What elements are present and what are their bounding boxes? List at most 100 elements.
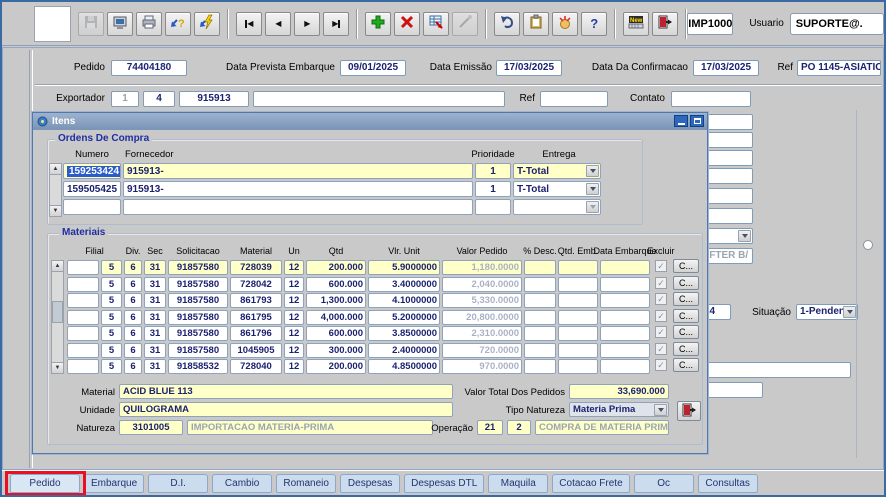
div-cell[interactable]: 6 xyxy=(124,359,142,374)
close-itens-button[interactable] xyxy=(677,401,701,421)
desc-cell[interactable] xyxy=(524,310,556,325)
print-button[interactable] xyxy=(136,12,162,36)
desc-cell[interactable] xyxy=(524,277,556,292)
div-cell[interactable]: 6 xyxy=(124,310,142,325)
record-cell[interactable] xyxy=(67,260,99,275)
material-cell[interactable]: 861796 xyxy=(230,326,282,341)
data-embarque-cell[interactable] xyxy=(600,310,650,325)
sec-cell[interactable]: 31 xyxy=(144,343,166,358)
excluir-checkbox[interactable]: ✓ xyxy=(655,260,667,272)
chevron-down-icon[interactable] xyxy=(843,306,856,318)
exportador-codigo-field[interactable]: 915913 xyxy=(179,91,249,107)
desc-cell[interactable] xyxy=(524,343,556,358)
div-cell[interactable]: 6 xyxy=(124,293,142,308)
exportador-ref-field[interactable] xyxy=(540,91,608,107)
un-cell[interactable]: 12 xyxy=(284,326,304,341)
keys-button[interactable] xyxy=(552,12,578,36)
record-cell[interactable] xyxy=(67,277,99,292)
record-cell[interactable] xyxy=(67,359,99,374)
c-button[interactable]: C... xyxy=(673,276,699,290)
last-record-button[interactable]: ▶ xyxy=(323,12,349,36)
record-cell[interactable] xyxy=(67,293,99,308)
qtd-emb-cell[interactable] xyxy=(558,359,598,374)
sec-cell[interactable]: 31 xyxy=(144,359,166,374)
vlr-unit-cell[interactable]: 5.2000000 xyxy=(368,310,440,325)
solicitacao-cell[interactable]: 91857580 xyxy=(168,343,228,358)
excluir-checkbox[interactable]: ✓ xyxy=(655,359,667,371)
un-cell[interactable]: 12 xyxy=(284,343,304,358)
qtd-emb-cell[interactable] xyxy=(558,343,598,358)
c-button[interactable]: C... xyxy=(673,309,699,323)
data-prevista-field[interactable]: 09/01/2025 xyxy=(340,60,406,76)
entrega-dropdown[interactable]: T-Total xyxy=(513,181,601,197)
edit-button[interactable] xyxy=(452,12,478,36)
next-record-button[interactable]: ▶ xyxy=(294,12,320,36)
radio-button[interactable] xyxy=(863,240,873,250)
sec-cell[interactable]: 31 xyxy=(144,260,166,275)
scroll-down-icon[interactable]: ▼ xyxy=(50,205,61,216)
solicitacao-cell[interactable]: 91857580 xyxy=(168,326,228,341)
material-cell[interactable]: 861793 xyxy=(230,293,282,308)
tab-pedido[interactable]: Pedido xyxy=(10,474,80,493)
table-row[interactable]: 5 6 31 91857580 861796 12 600.000 3.8500… xyxy=(67,326,702,341)
maximize-button[interactable] xyxy=(690,115,704,127)
qtd-cell[interactable]: 1,300.000 xyxy=(306,293,366,308)
prioridade-cell[interactable]: 1 xyxy=(475,181,511,197)
table-row[interactable]: 5 6 31 91858532 728040 12 200.000 4.8500… xyxy=(67,359,702,374)
sec-cell[interactable]: 31 xyxy=(144,277,166,292)
valor-pedido-cell[interactable]: 2,310.0000 xyxy=(442,326,522,341)
chevron-down-icon[interactable] xyxy=(586,165,599,177)
data-embarque-cell[interactable] xyxy=(600,277,650,292)
right-dropdown-field[interactable] xyxy=(703,228,753,244)
filial-cell[interactable]: 5 xyxy=(101,293,122,308)
operacao-desc-field[interactable]: COMPRA DE MATERIA PRIMA xyxy=(535,420,669,435)
table-row[interactable]: 5 6 31 91857580 728039 12 200.000 5.9000… xyxy=(67,260,702,275)
valor-pedido-cell[interactable]: 720.0000 xyxy=(442,343,522,358)
right-field-5[interactable] xyxy=(703,188,753,204)
sec-cell[interactable]: 31 xyxy=(144,310,166,325)
data-embarque-cell[interactable] xyxy=(600,326,650,341)
tab-despesas[interactable]: Despesas xyxy=(340,474,400,493)
qtd-emb-cell[interactable] xyxy=(558,293,598,308)
right-field-long[interactable] xyxy=(703,362,851,378)
data-emissao-field[interactable]: 17/03/2025 xyxy=(496,60,562,76)
un-cell[interactable]: 12 xyxy=(284,310,304,325)
excluir-checkbox[interactable]: ✓ xyxy=(655,293,667,305)
desc-cell[interactable] xyxy=(524,359,556,374)
data-embarque-cell[interactable] xyxy=(600,260,650,275)
exportador-tipo-field[interactable]: 4 xyxy=(143,91,175,107)
exit-button[interactable] xyxy=(652,12,678,36)
ordens-scrollbar[interactable]: ▲ ▼ xyxy=(49,163,62,217)
natureza-code-field[interactable]: 3101005 xyxy=(119,420,183,435)
scrollbar-thumb[interactable] xyxy=(52,301,63,323)
excluir-checkbox[interactable]: ✓ xyxy=(655,343,667,355)
chevron-down-icon[interactable] xyxy=(586,201,599,213)
right-field-3[interactable] xyxy=(703,150,753,166)
scroll-down-icon[interactable]: ▼ xyxy=(52,362,63,373)
scroll-up-icon[interactable]: ▲ xyxy=(52,261,63,272)
delete-record-button[interactable] xyxy=(394,12,420,36)
tab-consultas[interactable]: Consultas xyxy=(698,474,758,493)
entrega-dropdown[interactable] xyxy=(513,199,601,215)
qtd-cell[interactable]: 300.000 xyxy=(306,343,366,358)
material-cell[interactable]: 1045905 xyxy=(230,343,282,358)
filial-cell[interactable]: 5 xyxy=(101,343,122,358)
un-cell[interactable]: 12 xyxy=(284,359,304,374)
tab-oc[interactable]: Oc xyxy=(634,474,694,493)
tab-maquila[interactable]: Maquila xyxy=(488,474,548,493)
qtd-emb-cell[interactable] xyxy=(558,310,598,325)
chevron-down-icon[interactable] xyxy=(586,183,599,195)
contato-field[interactable] xyxy=(671,91,751,107)
lov-button[interactable] xyxy=(423,12,449,36)
fornecedor-cell[interactable]: 915913- xyxy=(123,181,473,197)
data-embarque-cell[interactable] xyxy=(600,293,650,308)
tipo-natureza-dropdown[interactable]: Materia Prima xyxy=(569,402,669,417)
table-row[interactable]: 5 6 31 91857580 861793 12 1,300.000 4.10… xyxy=(67,293,702,308)
tab-embarque[interactable]: Embarque xyxy=(84,474,144,493)
excluir-checkbox[interactable]: ✓ xyxy=(655,277,667,289)
chevron-down-icon[interactable] xyxy=(654,404,667,416)
right-field-1[interactable] xyxy=(703,114,753,130)
tab-cotacao-frete[interactable]: Cotacao Frete xyxy=(552,474,629,493)
data-embarque-cell[interactable] xyxy=(600,359,650,374)
tab-romaneio[interactable]: Romaneio xyxy=(276,474,336,493)
